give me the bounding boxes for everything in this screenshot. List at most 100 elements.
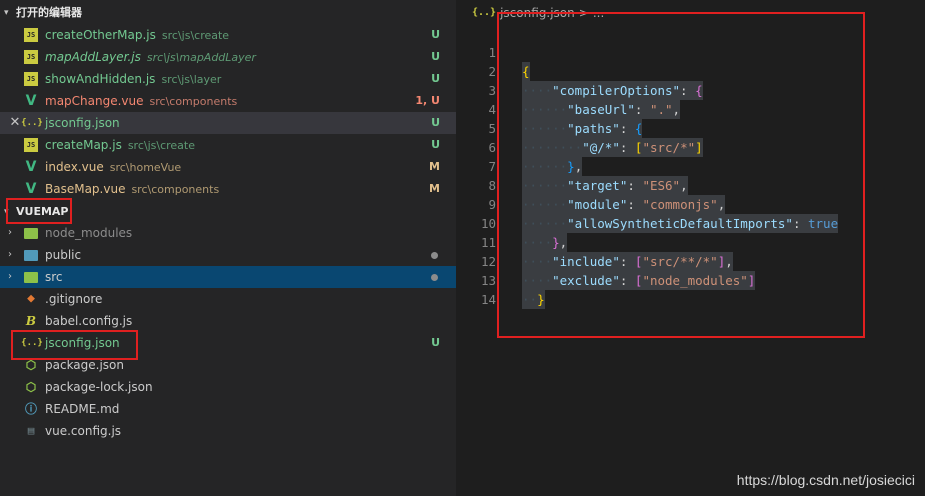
file-path: src\components (131, 182, 220, 196)
git-icon: ◆ (27, 291, 35, 306)
tree-file[interactable]: B babel.config.js (0, 310, 456, 332)
tree-file[interactable]: ⬡ package-lock.json (0, 376, 456, 398)
file-path: src\js\mapAddLayer (146, 50, 256, 64)
js-file-icon: JS (24, 50, 38, 64)
folder-icon (24, 250, 38, 261)
file-name: BaseMap.vue (45, 181, 126, 196)
code-line: 1 { (456, 24, 925, 81)
code-editor[interactable]: {..} jsconfig.json > ... 1 { 2 ····"comp… (456, 0, 925, 496)
js-file-icon: JS (24, 72, 38, 86)
workspace-title: VUEMAP (16, 205, 69, 218)
git-status: U (431, 336, 440, 349)
code-line: 9 ······"allowSyntheticDefaultImports": … (456, 176, 925, 233)
open-editor-item[interactable]: JS mapAddLayer.js src\js\mapAddLayer U (0, 46, 456, 68)
chevron-right-icon: › (8, 227, 12, 238)
file-name: src (45, 270, 63, 284)
json-file-icon: {..} (21, 118, 43, 128)
vue-file-icon: V (25, 93, 37, 109)
git-status: U (431, 72, 440, 85)
code-line: 10 ····}, (456, 195, 925, 252)
tree-file[interactable]: {..} jsconfig.json U (0, 332, 456, 354)
file-name: createOtherMap.js (45, 27, 156, 42)
open-editor-item[interactable]: V index.vue src\homeVue M (0, 156, 456, 178)
code-lines[interactable]: 1 { 2 ····"compilerOptions": { 3 ······"… (456, 24, 925, 309)
open-editors-title: 打开的编辑器 (16, 6, 82, 19)
file-name: node_modules (45, 226, 133, 240)
breadcrumb[interactable]: {..} jsconfig.json > ... (472, 4, 604, 22)
open-editors-header[interactable]: ▾ 打开的编辑器 (0, 2, 456, 24)
modified-dot-icon (431, 252, 438, 259)
git-status: M (429, 182, 440, 195)
json-file-icon: {..} (21, 338, 43, 348)
file-name: .gitignore (45, 292, 103, 306)
open-editor-item[interactable]: V mapChange.vue src\components 1, U (0, 90, 456, 112)
git-status: U (431, 50, 440, 63)
chevron-right-icon: › (8, 271, 12, 282)
code-line: 12 ····"exclude": ["node_modules"] (456, 233, 925, 290)
npm-icon: ⬡ (25, 380, 37, 394)
git-status: U (431, 138, 440, 151)
vue-file-icon: V (25, 159, 37, 175)
file-name: jsconfig.json (45, 336, 120, 350)
code-line: 11 ····"include": ["src/**/*"], (456, 214, 925, 271)
git-status: 1, U (415, 94, 440, 107)
chevron-down-icon: ▾ (4, 207, 9, 217)
file-path: src\js\create (127, 138, 196, 152)
code-line: 3 ······"baseUrl": ".", (456, 62, 925, 119)
open-editor-item[interactable]: JS createOtherMap.js src\js\create U (0, 24, 456, 46)
open-editor-item[interactable]: V BaseMap.vue src\components M (0, 178, 456, 200)
info-icon: ⓘ (24, 402, 37, 416)
vue-file-icon: V (25, 181, 37, 197)
folder-icon (24, 272, 38, 283)
file-name: mapAddLayer.js (45, 49, 141, 64)
js-file-icon: JS (24, 138, 38, 152)
tree-folder-selected[interactable]: › src (0, 266, 456, 288)
line-number: 14 (480, 292, 496, 307)
config-file-icon: ▤ (27, 424, 35, 437)
folder-icon (24, 228, 38, 239)
file-name: package.json (45, 358, 125, 372)
breadcrumb-separator: > (578, 6, 589, 20)
code-line: 2 ····"compilerOptions": { (456, 43, 925, 100)
file-name: mapChange.vue (45, 93, 144, 108)
close-icon[interactable]: ✕ (9, 112, 21, 134)
file-path: src\js\create (161, 28, 230, 42)
file-name: README.md (45, 402, 120, 416)
tree-file[interactable]: ⓘ README.md (0, 398, 456, 420)
open-editor-item[interactable]: JS createMap.js src\js\create U (0, 134, 456, 156)
file-name: vue.config.js (45, 424, 122, 438)
workspace-folder-header[interactable]: ▾ VUEMAP (0, 201, 456, 223)
explorer-sidebar: ▾ 打开的编辑器 JS createOtherMap.js src\js\crea… (0, 0, 456, 496)
code-line: 7 ······"target": "ES6", (456, 138, 925, 195)
open-editor-item[interactable]: JS showAndHidden.js src\js\layer U (0, 68, 456, 90)
tree-folder[interactable]: › public (0, 244, 456, 266)
modified-dot-icon (431, 274, 438, 281)
file-name: createMap.js (45, 137, 122, 152)
code-line: 5 ········"@/*": ["src/*"] (456, 100, 925, 157)
git-status: M (429, 160, 440, 173)
file-name: public (45, 248, 82, 262)
breadcrumb-more[interactable]: ... (593, 4, 604, 22)
file-path: src\js\layer (161, 72, 222, 86)
git-status: U (431, 116, 440, 129)
file-name: showAndHidden.js (45, 71, 156, 86)
tree-file[interactable]: ◆ .gitignore (0, 288, 456, 310)
babel-icon: B (25, 314, 37, 328)
json-file-icon: {..} (472, 7, 497, 18)
code-line: 4 ······"paths": { (456, 81, 925, 138)
file-name: babel.config.js (45, 314, 133, 328)
code-line: 6 ······}, (456, 119, 925, 176)
git-status: U (431, 28, 440, 41)
breadcrumb-file[interactable]: jsconfig.json (500, 4, 575, 22)
file-path: src\homeVue (109, 160, 182, 174)
chevron-right-icon: › (8, 249, 12, 260)
tree-file[interactable]: ▤ vue.config.js (0, 420, 456, 442)
tree-file[interactable]: ⬡ package.json (0, 354, 456, 376)
code-line: 8 ······"module": "commonjs", (456, 157, 925, 214)
file-name: package-lock.json (45, 380, 153, 394)
tree-folder[interactable]: › node_modules (0, 222, 456, 244)
open-editor-item-active[interactable]: ✕ {..} jsconfig.json U (0, 112, 456, 134)
watermark: https://blog.csdn.net/josiecici (736, 472, 915, 488)
file-name: jsconfig.json (45, 116, 120, 130)
file-name: index.vue (45, 159, 104, 174)
